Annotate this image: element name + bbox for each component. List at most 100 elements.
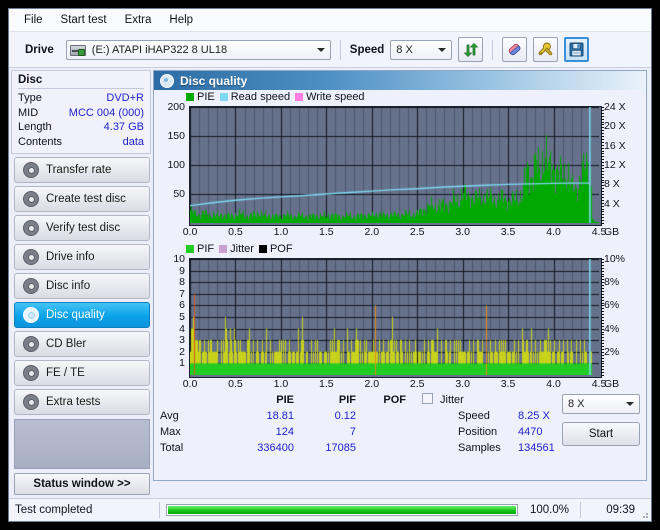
x-tick-4.0: 4.0 [546,226,561,238]
axis-tick [601,348,604,350]
sidebar-item-verify-test-disc[interactable]: Verify test disc [14,215,150,241]
sidebar-item-disc-quality[interactable]: Disc quality [14,302,150,328]
axis-tick [601,136,604,137]
tools-button[interactable] [533,37,559,62]
sidebar-item-cd-bler[interactable]: CD Bler [14,331,150,357]
menu-item-extra[interactable]: Extra [116,12,161,28]
axis-tick [601,202,604,204]
axis-tick [601,276,604,278]
axis-tick [601,299,604,301]
disc-icon [23,162,39,178]
jitter-label: Jitter [440,394,464,406]
sidebar-item-disc-info[interactable]: Disc info [14,273,150,299]
status-window-button[interactable]: Status window >> [14,473,150,495]
menu-bar: File Start test Extra Help [9,9,651,32]
legend-label-pof: POF [269,243,293,255]
disc-row-length-key: Length [18,121,52,133]
axis-tick [601,208,604,210]
axis-tick [601,267,604,269]
axis-tick [601,273,604,275]
refresh-icon [463,42,479,57]
stats-row-max-label: Max [160,426,181,438]
axis-tick [601,191,604,193]
drive-select-value: (E:) ATAPI iHAP322 8 UL18 [91,43,228,56]
save-button[interactable] [564,37,590,62]
axis-tick [601,199,604,201]
axis-tick [601,150,604,152]
disc-icon [23,307,39,323]
axis-tick [601,259,604,260]
axis-tick [601,118,604,120]
x-tick-2.5: 2.5 [409,226,425,238]
disc-icon [23,249,39,265]
stats-speed-value: 8.25 X [518,410,550,422]
jitter-checkbox[interactable] [422,393,433,407]
x-tick-2.0: 2.0 [364,378,380,390]
y-tick-8: 8 [179,276,185,289]
axis-tick [601,133,604,135]
legend-label-pie: PIE [197,91,215,103]
menu-item-help[interactable]: Help [160,12,202,28]
sidebar-item-extra-tests[interactable]: Extra tests [14,389,150,415]
axis-tick [601,173,604,175]
stats-pif-max: 7 [349,426,356,438]
disc-info-box: Disc Type DVD+R MID MCC 004 (000) Length… [11,70,151,154]
sidebar-item-drive-info[interactable]: Drive info [14,244,150,270]
refresh-button[interactable] [458,37,484,62]
disc-quality-panel: Disc quality PIE Read speed Write speed … [153,70,647,481]
speed-select[interactable]: 8 X [390,39,453,60]
axis-tick [601,302,604,304]
legend-item-read-speed: Read speed [219,91,290,103]
progress-wrap [160,499,524,521]
eraser-button[interactable] [502,37,528,62]
disc-row-length: Length 4.37 GB [18,120,144,135]
y2-tick-4: 4% [604,322,620,335]
status-bar: Test completed 100.0% 09:39 [9,498,651,521]
sidebar-item-fe-te[interactable]: FE / TE [14,360,150,386]
stats-speed-select[interactable]: 8 X [562,394,640,414]
sidebar-item-label: FE / TE [46,367,85,379]
sidebar-item-label: Create test disc [46,193,126,205]
stats-speed-select-value: 8 X [568,398,585,410]
x-tick-1.0: 1.0 [273,378,289,390]
disc-row-type-value: DVD+R [106,92,144,104]
menu-item-start-test[interactable]: Start test [52,12,116,28]
axis-tick [601,121,604,123]
axis-tick [601,325,604,327]
x-tick-0.5: 0.5 [228,226,243,238]
axis-tick [601,147,604,149]
y2-tick-2: 2% [604,345,620,358]
pie-chart[interactable]: 50 100 150 200 4 X 8 X 12 X 16 X 20 X 24 X 0.0 0.5 1… [156,101,644,242]
axis-tick [601,282,604,284]
axis-tick [601,343,604,345]
sidebar-item-create-test-disc[interactable]: Create test disc [14,186,150,212]
axis-tick [601,115,604,117]
x-tick-4.0: 4.0 [546,378,561,390]
y-tick-9: 9 [179,264,185,277]
axis-tick [601,107,604,108]
axis-tick [601,194,604,195]
disc-row-contents-value: data [122,135,144,148]
drive-select[interactable]: (E:) ATAPI iHAP322 8 UL18 [65,39,331,60]
sidebar-item-transfer-rate[interactable]: Transfer rate [14,157,150,183]
menu-item-file[interactable]: File [15,12,52,28]
start-button[interactable]: Start [562,422,640,446]
disc-icon [23,191,39,207]
legend-swatch-read-speed [219,93,228,101]
axis-tick [601,214,604,216]
axis-tick [601,366,604,368]
speed-label: Speed [349,43,385,56]
axis-tick [601,285,604,287]
axis-tick [601,144,604,146]
stats-pif-total: 17085 [325,442,356,454]
disc-icon [23,220,39,236]
axis-tick [601,346,604,347]
y-tick-10: 10 [173,253,185,265]
axis-tick [601,176,604,178]
axis-tick [601,357,604,359]
axis-tick [601,314,604,316]
y2-tick-20X: 20 X [604,120,626,133]
pif-chart[interactable]: 1 2 3 4 5 6 7 8 9 10 2% 4% 6% 8% 10% 0.0 0.5 1.0 1.5 2.0 2.5… [156,253,644,392]
stats-pie-max: 124 [275,426,294,438]
drive-icon [69,43,86,56]
